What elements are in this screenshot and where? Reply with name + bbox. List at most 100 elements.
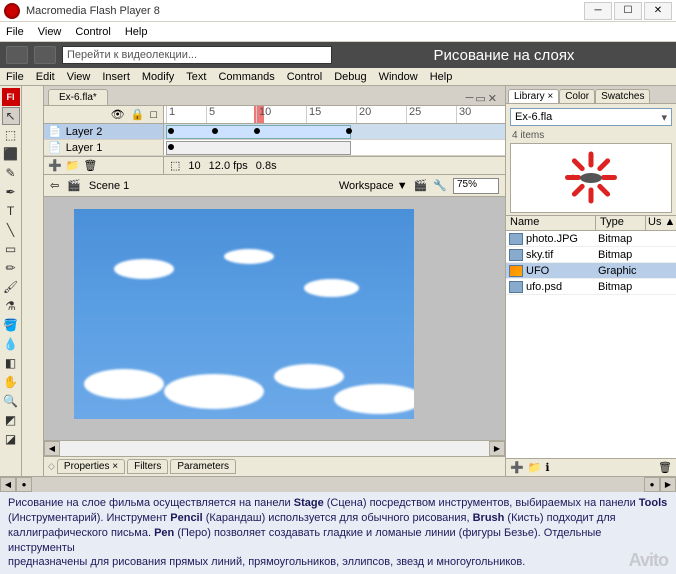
timeline-ruler[interactable]: 1 5 10 15 20 25 30 (164, 106, 505, 123)
tab-properties[interactable]: Properties × (57, 459, 125, 474)
fmenu-window[interactable]: Window (379, 71, 418, 83)
library-item[interactable]: photo.JPG Bitmap (506, 231, 676, 247)
tab-swatches[interactable]: Swatches (595, 89, 650, 103)
onion-skin-icon[interactable]: ⬚ (170, 159, 180, 172)
tools-panel: Fl ↖ ⬚ ⬛ ✎ ✒ T ╲ ▭ ✏ 🖌 ⚗ 🪣 💧 ◧ ✋ 🔍 ◩ ◪ (0, 86, 22, 476)
stage[interactable] (44, 197, 505, 440)
ink-bottle-tool[interactable]: ⚗ (2, 297, 20, 315)
tab-parameters[interactable]: Parameters (170, 459, 236, 474)
nav-back-button[interactable] (6, 46, 28, 64)
lock-icon[interactable]: 🔒 (131, 108, 145, 121)
library-item[interactable]: UFO Graphic (506, 263, 676, 279)
zoom-input[interactable]: 75% (453, 178, 499, 194)
doc-restore-icon[interactable]: ▭ (475, 92, 485, 105)
column-use[interactable]: Us ▲ (646, 216, 676, 230)
fmenu-view[interactable]: View (67, 71, 91, 83)
item-type: Bitmap (598, 281, 648, 293)
layer-name[interactable]: 📄 Layer 2 (44, 124, 164, 139)
edit-symbol-icon[interactable]: 🔧 (433, 179, 447, 192)
lecture-search-input[interactable]: Перейти к видеолекции... (62, 46, 332, 64)
fmenu-debug[interactable]: Debug (334, 71, 366, 83)
app-icon (4, 3, 20, 19)
new-layer-icon[interactable]: ➕ (48, 159, 62, 172)
page-scrollbar[interactable]: ◀ ● ● ▶ (0, 476, 676, 492)
tab-filters[interactable]: Filters (127, 459, 168, 474)
layer-frames[interactable] (164, 140, 505, 155)
layer-frames[interactable] (164, 124, 505, 139)
library-file-dropdown[interactable]: Ex-6.fla ▾ (510, 108, 672, 126)
menu-file[interactable]: File (6, 26, 24, 38)
scene-name[interactable]: Scene 1 (89, 180, 129, 192)
timeline-layer-row[interactable]: 📄 Layer 1 (44, 140, 505, 156)
doc-close-icon[interactable]: ✕ (488, 92, 497, 105)
fmenu-file[interactable]: File (6, 71, 24, 83)
scroll-page-icon[interactable]: ● (16, 477, 32, 492)
properties-panel-tabs: ◇ Properties × Filters Parameters (44, 456, 505, 476)
document-tab[interactable]: Ex-6.fla* (48, 89, 108, 105)
eraser-tool[interactable]: ◧ (2, 354, 20, 372)
hand-tool[interactable]: ✋ (2, 373, 20, 391)
scroll-left-icon[interactable]: ◀ (0, 477, 16, 492)
fmenu-text[interactable]: Text (186, 71, 206, 83)
library-item[interactable]: sky.tif Bitmap (506, 247, 676, 263)
layer-icon: 📄 (48, 141, 62, 154)
free-transform-tool[interactable]: ⬛ (2, 145, 20, 163)
stroke-color[interactable]: ◩ (2, 411, 20, 429)
workspace-dropdown[interactable]: Workspace ▼ (339, 180, 408, 192)
eyedropper-tool[interactable]: 💧 (2, 335, 20, 353)
zoom-tool[interactable]: 🔍 (2, 392, 20, 410)
delete-icon[interactable]: 🗑 (658, 461, 672, 474)
new-folder-icon[interactable]: 📁 (528, 461, 542, 474)
edit-scene-icon[interactable]: 🎬 (414, 179, 428, 192)
fmenu-edit[interactable]: Edit (36, 71, 55, 83)
pencil-tool[interactable]: ✏ (2, 259, 20, 277)
eye-icon[interactable]: 👁 (111, 108, 125, 121)
library-item[interactable]: ufo.psd Bitmap (506, 279, 676, 295)
fmenu-control[interactable]: Control (287, 71, 322, 83)
line-tool[interactable]: ╲ (2, 221, 20, 239)
fmenu-insert[interactable]: Insert (102, 71, 130, 83)
fill-color[interactable]: ◪ (2, 430, 20, 448)
nav-fwd-button[interactable] (34, 46, 56, 64)
pen-tool[interactable]: ✒ (2, 183, 20, 201)
scroll-right-icon[interactable]: ▶ (660, 477, 676, 492)
scroll-right-icon[interactable]: ▶ (489, 441, 505, 456)
fmenu-help[interactable]: Help (430, 71, 453, 83)
flash-logo-icon: Fl (2, 88, 20, 106)
stage-scrollbar-h[interactable]: ◀ ▶ (44, 440, 505, 456)
library-panel-tabs: Library × Color Swatches (506, 86, 676, 104)
back-icon[interactable]: ⇦ (50, 179, 59, 192)
document-tabs: Ex-6.fla* ─ ▭ ✕ (44, 86, 505, 106)
scroll-page-icon[interactable]: ● (644, 477, 660, 492)
column-name[interactable]: Name (506, 216, 596, 230)
new-symbol-icon[interactable]: ➕ (510, 461, 524, 474)
menu-control[interactable]: Control (75, 26, 110, 38)
selection-tool[interactable]: ↖ (2, 107, 20, 125)
rectangle-tool[interactable]: ▭ (2, 240, 20, 258)
subselect-tool[interactable]: ⬚ (2, 126, 20, 144)
column-type[interactable]: Type (596, 216, 646, 230)
properties-icon[interactable]: ℹ (545, 461, 549, 474)
menu-view[interactable]: View (38, 26, 62, 38)
item-name: ufo.psd (526, 281, 598, 293)
fmenu-commands[interactable]: Commands (218, 71, 274, 83)
doc-minimize-icon[interactable]: ─ (466, 92, 474, 105)
tab-library[interactable]: Library × (508, 89, 559, 103)
minimize-button[interactable]: ─ (584, 2, 612, 20)
timeline-layer-row[interactable]: 📄 Layer 2 (44, 124, 505, 140)
window-title: Macromedia Flash Player 8 (26, 5, 584, 17)
close-button[interactable]: ✕ (644, 2, 672, 20)
menu-help[interactable]: Help (125, 26, 148, 38)
paint-bucket-tool[interactable]: 🪣 (2, 316, 20, 334)
brush-tool[interactable]: 🖌 (2, 278, 20, 296)
scroll-left-icon[interactable]: ◀ (44, 441, 60, 456)
text-tool[interactable]: T (2, 202, 20, 220)
maximize-button[interactable]: ☐ (614, 2, 642, 20)
delete-layer-icon[interactable]: 🗑 (83, 159, 97, 172)
lasso-tool[interactable]: ✎ (2, 164, 20, 182)
layer-name[interactable]: 📄 Layer 1 (44, 140, 164, 155)
tab-color[interactable]: Color (559, 89, 595, 103)
outline-icon[interactable]: □ (150, 109, 157, 121)
new-folder-icon[interactable]: 📁 (66, 159, 80, 172)
fmenu-modify[interactable]: Modify (142, 71, 174, 83)
